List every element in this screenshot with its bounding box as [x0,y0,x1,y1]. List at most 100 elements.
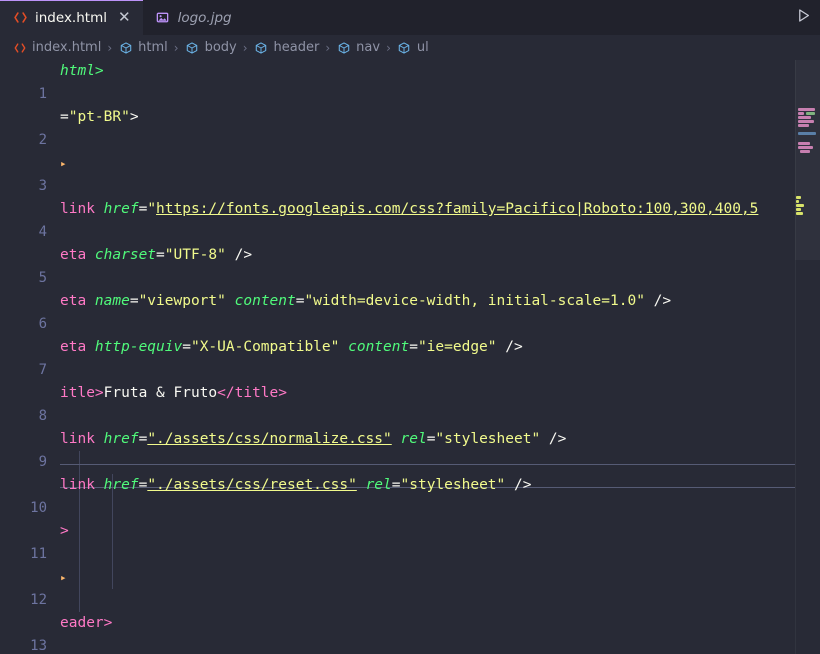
code-token: name [94,293,130,309]
code-text-area[interactable]: 1 html> 2 ="pt-BR"> 3 ▸ 4 link href="htt… [0,60,795,654]
breadcrumb-separator: › [325,40,331,55]
image-file-icon [155,10,171,26]
minimap-block [798,124,809,127]
breadcrumb-separator: › [386,40,391,55]
code-line[interactable]: 11 > [0,520,795,562]
breadcrumb-item-body[interactable]: body [185,40,237,55]
code-token: > [60,523,69,539]
code-line[interactable]: 2 ="pt-BR"> [0,106,795,148]
html5-icon [12,40,27,55]
code-editor[interactable]: 1 html> 2 ="pt-BR"> 3 ▸ 4 link href="htt… [0,60,820,654]
code-line[interactable]: 5 eta charset="UTF-8" /> [0,244,795,286]
code-token: "UTF-8" [164,247,226,263]
breadcrumb-separator: › [107,40,113,55]
breadcrumb-item-html[interactable]: html [118,40,168,55]
code-line[interactable]: 9 link href="./assets/css/normalize.css"… [0,428,795,470]
line-number: 4 [38,224,47,240]
minimap-block [796,212,803,215]
symbol-field-icon [254,40,269,55]
code-line[interactable]: 1 html> [0,60,795,102]
breadcrumb-separator: › [242,40,248,55]
breadcrumb: index.html › html › body › header › nav … [0,35,820,60]
tab-label: index.html [35,9,107,26]
code-link[interactable]: "./assets/css/normalize.css" [147,431,391,447]
code-token: html> [60,63,104,79]
line-content: eta http-equiv="X-UA-Compatible" content… [60,339,523,355]
breadcrumb-item-ul[interactable]: ul [397,40,429,55]
code-token: charset [94,247,157,263]
line-content: > [60,520,69,543]
vscode-window: index.html ✕ logo.jpg index.html › html … [0,0,820,654]
code-token: "stylesheet" [400,477,506,493]
run-play-icon [795,7,812,28]
code-token: rel [365,477,392,493]
code-line[interactable]: 6 eta name="viewport" content="width=dev… [0,290,795,332]
minimap-block [798,142,810,145]
line-content: ="pt-BR"> [60,106,139,129]
code-link[interactable]: https://fonts.googleapis.com/css?family=… [156,201,758,217]
minimap-block [800,150,810,153]
code-line[interactable]: 12 ▸ [0,566,795,608]
code-token: = [60,109,69,125]
code-token: "ie=edge" [417,339,497,355]
code-token: link [60,477,104,493]
code-link[interactable]: "./assets/css/reset.css" [147,477,357,493]
code-line[interactable]: 10 link href="./assets/css/reset.css" re… [0,474,795,516]
minimap-block [796,200,799,203]
code-line[interactable]: 4 link href="https://fonts.googleapis.co… [0,198,795,240]
breadcrumb-item-nav[interactable]: nav [336,40,380,55]
code-token: href [103,431,139,447]
line-number: 11 [30,546,47,562]
code-token: /> [505,477,532,493]
line-content: link href="./assets/css/reset.css" rel="… [60,477,532,493]
code-token: > [129,109,139,125]
symbol-field-icon [185,40,200,55]
line-number: 12 [30,592,47,608]
editor-tab-bar: index.html ✕ logo.jpg [0,0,820,35]
minimap-block [806,112,815,115]
code-token: "X-UA-Compatible" [190,339,340,355]
code-line[interactable]: 8 itle>Fruta & Fruto</title> [0,382,795,424]
symbol-field-icon [118,40,133,55]
code-token: = [138,201,148,217]
code-token: "stylesheet" [435,431,541,447]
breadcrumb-item-header[interactable]: header [254,40,320,55]
code-line[interactable]: 3 ▸ [0,152,795,194]
minimap-block [798,108,815,111]
minimap-block [796,196,801,199]
code-token: </title> [217,385,287,401]
code-token: eta [60,339,95,355]
line-number: 8 [38,408,47,424]
close-icon[interactable]: ✕ [118,10,131,25]
code-line[interactable]: 13 eader> [0,612,795,654]
code-token: "pt-BR" [68,109,130,125]
line-content: itle>Fruta & Fruto</title> [60,382,287,405]
code-token: content [234,293,296,309]
code-token: = [156,247,165,263]
code-token: eader> [60,615,113,631]
minimap[interactable] [795,60,820,654]
code-token: " [147,201,157,217]
minimap-slider[interactable] [795,60,820,260]
code-token: eta [60,293,95,309]
line-number: 1 [38,86,47,102]
breadcrumb-item-index-html[interactable]: index.html [12,40,101,55]
line-content: eta charset="UTF-8" /> [60,244,252,267]
code-line[interactable]: 7 eta http-equiv="X-UA-Compatible" conte… [0,336,795,378]
tab-index-html[interactable]: index.html ✕ [0,0,143,35]
run-code-button[interactable] [789,0,820,35]
line-content: eader> [60,612,112,635]
code-token: link [60,201,104,217]
code-token: href [103,477,139,493]
breadcrumb-label: header [273,40,320,55]
tab-logo-jpg[interactable]: logo.jpg [142,0,244,35]
minimap-block [798,132,816,135]
code-token: eta [60,247,95,263]
code-token: href [103,201,139,217]
breadcrumb-label: body [204,40,237,55]
code-token: "width=device-width, initial-scale=1.0" [304,293,645,309]
line-number: 6 [38,316,47,332]
code-token: /> [540,431,567,447]
breadcrumb-label: index.html [32,40,102,55]
code-token: "viewport" [138,293,226,309]
